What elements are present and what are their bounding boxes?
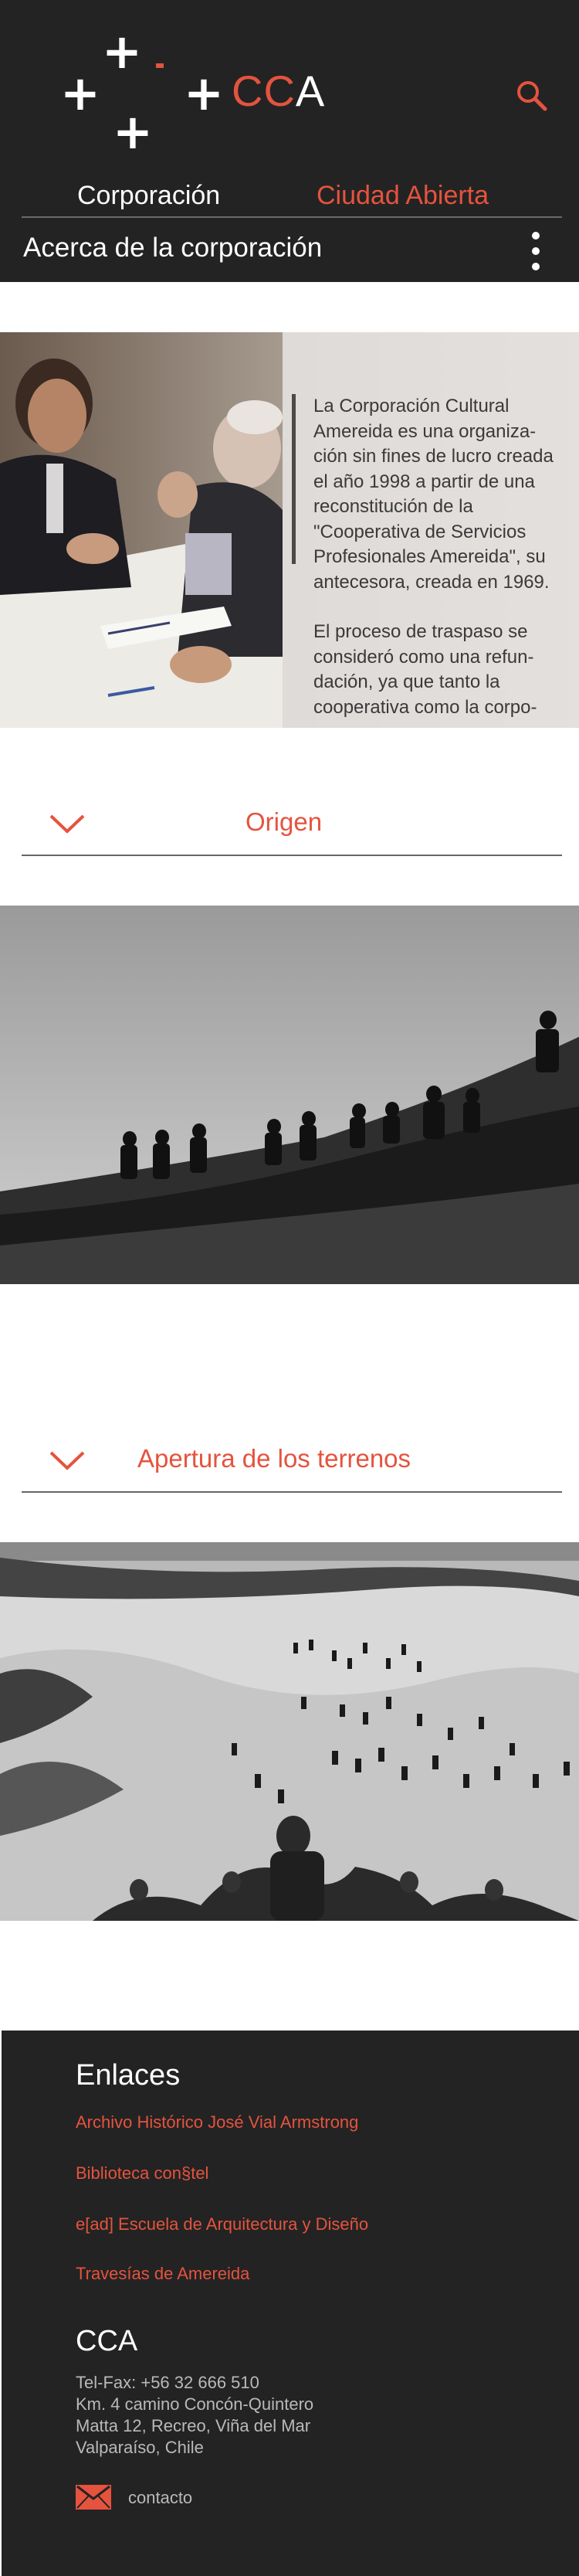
section-toggle-origen[interactable]: Origen — [22, 794, 562, 856]
section-title: Apertura de los terrenos — [137, 1444, 411, 1473]
search-icon — [517, 81, 547, 111]
section-toggle-apertura[interactable]: Apertura de los terrenos — [22, 1431, 562, 1493]
section-title: Origen — [245, 807, 323, 836]
page-title: Acerca de la corporación — [23, 233, 323, 263]
origen-photo — [0, 906, 579, 1284]
intro-text: La Corporación Cultural Amereida es una … — [313, 394, 568, 728]
logo-plus-icon: + — [60, 65, 100, 121]
menu-button[interactable] — [522, 230, 550, 274]
footer-address-line: Valparaíso, Chile — [76, 2438, 204, 2457]
chevron-down-icon — [49, 1451, 85, 1470]
logo-wordmark: CCA — [232, 66, 326, 115]
intro-paragraph: El proceso de traspaso se consideró como… — [313, 621, 537, 718]
main-nav: Corporación Ciudad Abierta — [0, 176, 579, 215]
chevron-down-icon — [49, 814, 85, 834]
site-footer: Enlaces Archivo Histórico José Vial Arms… — [2, 2031, 579, 2576]
footer-link-ead[interactable]: e[ad] Escuela de Arquitectura y Diseño — [76, 2213, 368, 2236]
mail-icon — [76, 2485, 111, 2510]
footer-address-line: Km. 4 camino Concón-Quintero — [76, 2394, 314, 2414]
footer-contact-info: Tel-Fax: +56 32 666 510 Km. 4 camino Con… — [76, 2372, 313, 2459]
intro-accent-bar — [292, 394, 296, 564]
footer-phone: Tel-Fax: +56 32 666 510 — [76, 2373, 259, 2392]
header-divider — [22, 216, 562, 218]
menu-dot — [532, 232, 540, 240]
footer-link-biblioteca[interactable]: Biblioteca con§tel — [76, 2162, 208, 2185]
intro-paragraph: La Corporación Cultural Amereida es una … — [313, 396, 554, 593]
search-button[interactable] — [513, 77, 550, 114]
logo-plus-icon: + — [184, 65, 224, 121]
site-header: + + + + CCA Corporación Ciudad Abierta A… — [0, 0, 579, 282]
logo-minus-icon — [156, 63, 164, 68]
footer-link-archivo[interactable]: Archivo Histórico José Vial Armstrong — [76, 2111, 358, 2134]
apertura-photo — [0, 1542, 579, 1921]
logo-plus-icon: + — [113, 104, 153, 160]
footer-address-line: Matta 12, Recreo, Viña del Mar — [76, 2416, 311, 2435]
dunes-crowd-photo — [0, 1542, 579, 1921]
cca-logo[interactable]: + + + + CCA — [57, 28, 335, 159]
nav-tab-ciudad-abierta[interactable]: Ciudad Abierta — [317, 176, 489, 215]
contact-label: contacto — [128, 2488, 193, 2507]
footer-org-title: CCA — [76, 2325, 138, 2357]
menu-dot — [532, 247, 540, 255]
hero-section: La Corporación Cultural Amereida es una … — [0, 332, 579, 728]
hillside-walkers-photo — [0, 906, 579, 1284]
footer-link-travesias[interactable]: Travesías de Amereida — [76, 2262, 249, 2285]
footer-links-title: Enlaces — [76, 2059, 181, 2092]
contact-link[interactable]: contacto — [76, 2482, 230, 2513]
menu-dot — [532, 263, 540, 270]
logo-plus-icon: + — [102, 23, 142, 80]
nav-tab-corporacion[interactable]: Corporación — [77, 176, 220, 215]
